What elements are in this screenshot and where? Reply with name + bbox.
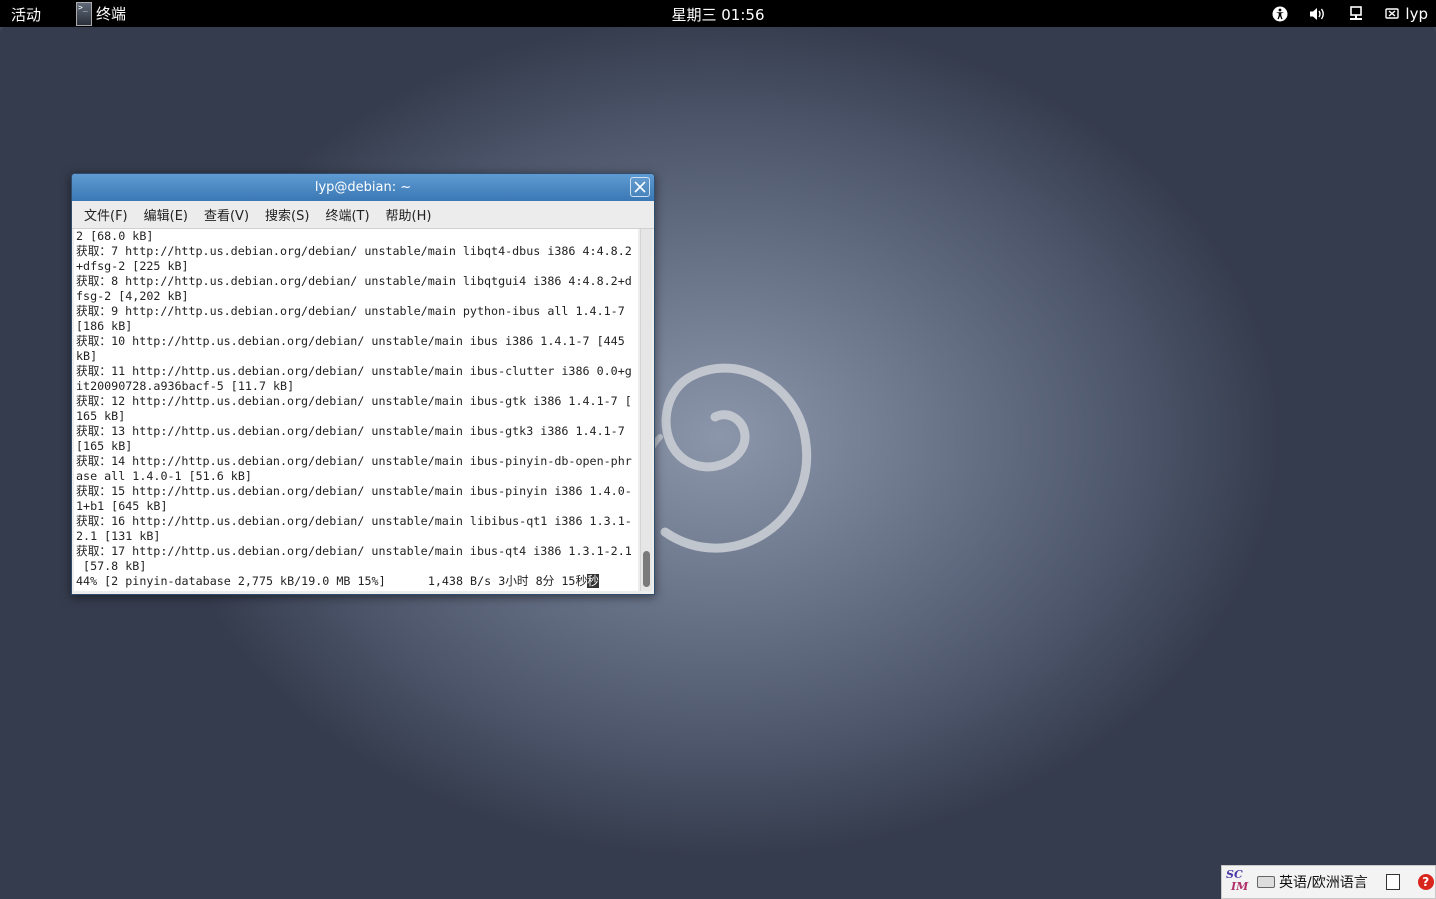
debian-swirl-logo [641,363,812,553]
system-tray: lyp [1271,0,1428,27]
terminal-line: 获取：17 http://http.us.debian.org/debian/ … [76,544,632,558]
terminal-line: 获取：14 http://http.us.debian.org/debian/ … [76,454,632,468]
top-bar: 活动 >_ 终端 星期三 01:56 lyp [0,0,1436,27]
terminal-text: 2 [68.0 kB] 获取：7 http://http.us.debian.o… [76,229,632,589]
accessibility-icon[interactable] [1271,5,1289,23]
terminal-line: 2.1 [131 kB] [76,529,161,543]
terminal-cursor: 秒 [587,574,599,588]
terminal-line: [165 kB] [76,439,133,453]
terminal-output[interactable]: 2 [68.0 kB] 获取：7 http://http.us.debian.o… [74,229,638,591]
user-status-icon [1385,7,1400,19]
terminal-line: [186 kB] [76,319,133,333]
terminal-line: 获取：11 http://http.us.debian.org/debian/ … [76,364,632,378]
app-menu-label: 终端 [96,5,127,23]
clock-container: 星期三 01:56 [0,4,1436,25]
terminal-line: 2 [68.0 kB] [76,229,154,243]
help-icon[interactable]: ? [1417,874,1434,890]
document-icon[interactable] [1385,874,1400,890]
clock[interactable]: 星期三 01:56 [672,6,765,24]
network-icon[interactable] [1347,5,1365,23]
terminal-line: fsg-2 [4,202 kB] [76,289,189,303]
keyboard-icon[interactable] [1257,876,1275,888]
terminal-line: 1+b1 [645 kB] [76,499,168,513]
close-icon [634,181,646,193]
terminal-menubar: 文件(F) 编辑(E) 查看(V) 搜索(S) 终端(T) 帮助(H) [72,201,654,229]
input-method-panel: SC IM 英语/欧洲语言 ? [1221,865,1436,899]
terminal-line: 获取：15 http://http.us.debian.org/debian/ … [76,484,632,498]
user-menu[interactable]: lyp [1385,5,1428,23]
app-menu[interactable]: >_ 终端 [76,0,126,27]
terminal-line: 获取：13 http://http.us.debian.org/debian/ … [76,424,625,438]
activities-button[interactable]: 活动 [11,4,41,25]
terminal-line: [57.8 kB] [76,559,147,573]
terminal-line: 获取：9 http://http.us.debian.org/debian/ u… [76,304,625,318]
menu-edit[interactable]: 编辑(E) [136,205,196,224]
terminal-line: kB] [76,349,98,363]
window-titlebar[interactable]: lyp@debian: ~ [72,174,654,201]
terminal-line: ase all 1.4.0-1 [51.6 kB] [76,469,252,483]
scrollbar-thumb[interactable] [643,551,650,587]
terminal-app-icon: >_ [76,1,92,26]
window-title: lyp@debian: ~ [314,180,412,195]
close-button[interactable] [630,177,650,197]
terminal-scrollbar[interactable] [640,229,652,591]
terminal-line: 获取：8 http://http.us.debian.org/debian/ u… [76,274,632,288]
terminal-line: +dfsg-2 [225 kB] [76,259,189,273]
scim-logo-icon[interactable]: SC IM [1225,868,1249,896]
terminal-line: 获取：12 http://http.us.debian.org/debian/ … [76,394,632,408]
progress-line: 44% [2 pinyin-database 2,775 kB/19.0 MB … [76,574,588,588]
terminal-line: it20090728.a936bacf-5 [11.7 kB] [76,379,295,393]
user-name: lyp [1405,4,1428,23]
terminal-window[interactable]: lyp@debian: ~ 文件(F) 编辑(E) 查看(V) 搜索(S) 终端… [71,173,655,595]
scim-logo-m: IM [1231,880,1249,893]
terminal-line: 165 kB] [76,409,126,423]
menu-view[interactable]: 查看(V) [196,205,257,224]
terminal-line: 获取：10 http://http.us.debian.org/debian/ … [76,334,625,348]
terminal-line: 获取：16 http://http.us.debian.org/debian/ … [76,514,632,528]
volume-icon[interactable] [1309,5,1327,23]
menu-file[interactable]: 文件(F) [76,205,136,224]
menu-terminal[interactable]: 终端(T) [317,205,377,224]
menu-search[interactable]: 搜索(S) [257,205,317,224]
menu-help[interactable]: 帮助(H) [378,205,440,224]
terminal-line: 获取：7 http://http.us.debian.org/debian/ u… [76,244,632,258]
input-language-selector[interactable]: 英语/欧洲语言 [1279,872,1368,892]
